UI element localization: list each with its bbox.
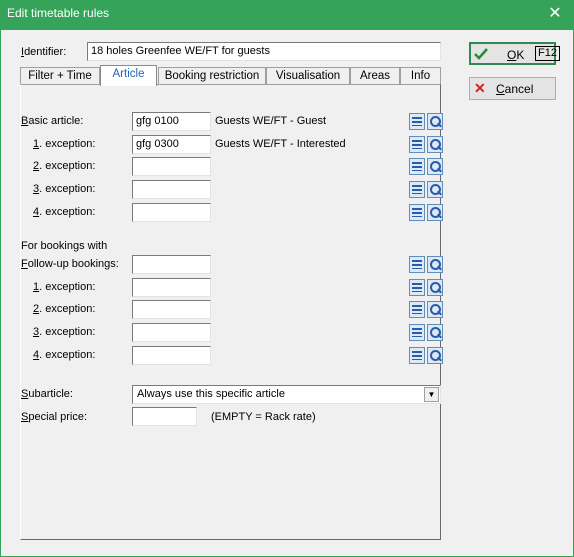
- tab-article[interactable]: Article: [100, 65, 157, 86]
- exception-2-label: 2. exception:: [33, 160, 95, 172]
- basic-article-field[interactable]: gfg 0100: [132, 112, 211, 131]
- subarticle-value: Always use this specific article: [137, 388, 285, 400]
- followup-exception-2-field[interactable]: [132, 300, 211, 319]
- search-icon[interactable]: [427, 347, 443, 364]
- special-price-label: Special price:: [21, 411, 87, 423]
- followup-heading: For bookings with: [21, 240, 108, 252]
- close-icon[interactable]: ✕: [546, 4, 564, 24]
- search-icon[interactable]: [427, 204, 443, 221]
- followup-exception-1-field[interactable]: [132, 278, 211, 297]
- list-icon[interactable]: [409, 279, 425, 296]
- ok-label: OK: [507, 48, 524, 62]
- cancel-label: Cancel: [496, 82, 533, 96]
- search-icon[interactable]: [427, 158, 443, 175]
- label-text: pecial price:: [28, 411, 88, 423]
- label-text: . exception:: [39, 326, 96, 338]
- exception-4-field[interactable]: [132, 203, 211, 222]
- ok-button[interactable]: OK F12: [469, 42, 560, 65]
- tab-booking-restriction[interactable]: Booking restriction: [158, 67, 266, 85]
- label-text: ollow-up bookings:: [27, 258, 119, 270]
- x-icon: ✕: [474, 80, 486, 96]
- followup-exception-2-label: 2. exception:: [33, 303, 95, 315]
- list-icon[interactable]: [409, 204, 425, 221]
- label-text: . exception:: [39, 138, 96, 150]
- cancel-button[interactable]: ✕ Cancel: [469, 77, 556, 100]
- followup-bookings-label: Follow-up bookings:: [21, 258, 119, 270]
- label-text: ubarticle:: [28, 388, 73, 400]
- label-accel: O: [507, 48, 517, 62]
- label-accel: F: [21, 258, 28, 270]
- label-accel: C: [496, 82, 505, 96]
- search-icon[interactable]: [427, 324, 443, 341]
- list-icon[interactable]: [409, 256, 425, 273]
- search-icon[interactable]: [427, 279, 443, 296]
- followup-exception-4-field[interactable]: [132, 346, 211, 365]
- basic-article-label: Basic article:: [21, 115, 83, 127]
- label-text: . exception:: [39, 183, 96, 195]
- subarticle-dropdown[interactable]: Always use this specific article ▼: [132, 385, 441, 404]
- label-text: ancel: [504, 82, 534, 96]
- exception-1-description: Guests WE/FT - Interested: [215, 138, 346, 150]
- label-text: . exception:: [39, 303, 96, 315]
- special-price-hint: (EMPTY = Rack rate): [211, 411, 316, 423]
- list-icon[interactable]: [409, 347, 425, 364]
- basic-article-description: Guests WE/FT - Guest: [215, 115, 327, 127]
- exception-1-label: 1. exception:: [33, 138, 95, 150]
- tab-bar: Filter + Time Article Booking restrictio…: [20, 65, 441, 86]
- tab-filter-time[interactable]: Filter + Time: [20, 67, 100, 85]
- search-icon[interactable]: [427, 113, 443, 130]
- list-icon[interactable]: [409, 301, 425, 318]
- special-price-field[interactable]: [132, 407, 197, 426]
- followup-exception-4-label: 4. exception:: [33, 349, 95, 361]
- label-text: . exception:: [39, 160, 96, 172]
- exception-2-field[interactable]: [132, 157, 211, 176]
- list-icon[interactable]: [409, 113, 425, 130]
- exception-4-label: 4. exception:: [33, 206, 95, 218]
- tab-areas[interactable]: Areas: [350, 67, 400, 85]
- followup-exception-3-field[interactable]: [132, 323, 211, 342]
- search-icon[interactable]: [427, 301, 443, 318]
- search-icon[interactable]: [427, 181, 443, 198]
- ok-shortcut: F12: [535, 46, 560, 61]
- exception-1-field[interactable]: gfg 0300: [132, 135, 211, 154]
- tab-info[interactable]: Info: [400, 67, 441, 85]
- check-icon: [474, 48, 488, 60]
- exception-3-field[interactable]: [132, 180, 211, 199]
- followup-bookings-field[interactable]: [132, 255, 211, 274]
- identifier-label-text: dentifier:: [24, 46, 67, 58]
- label-text: K: [516, 48, 525, 62]
- exception-3-label: 3. exception:: [33, 183, 95, 195]
- followup-exception-1-label: 1. exception:: [33, 281, 95, 293]
- list-icon[interactable]: [409, 158, 425, 175]
- label-text: . exception:: [39, 349, 96, 361]
- label-text: . exception:: [39, 281, 96, 293]
- search-icon[interactable]: [427, 136, 443, 153]
- search-icon[interactable]: [427, 256, 443, 273]
- list-icon[interactable]: [409, 181, 425, 198]
- chevron-down-icon[interactable]: ▼: [424, 387, 439, 402]
- window-title: Edit timetable rules: [7, 6, 110, 20]
- title-bar: Edit timetable rules ✕: [0, 0, 574, 30]
- identifier-field[interactable]: 18 holes Greenfee WE/FT for guests: [87, 42, 441, 61]
- subarticle-label: Subarticle:: [21, 388, 73, 400]
- tab-visualisation[interactable]: Visualisation: [266, 67, 350, 85]
- identifier-label: Identifier:: [21, 46, 66, 58]
- label-text: . exception:: [39, 206, 96, 218]
- list-icon[interactable]: [409, 324, 425, 341]
- list-icon[interactable]: [409, 136, 425, 153]
- label-text: asic article:: [28, 115, 84, 127]
- followup-exception-3-label: 3. exception:: [33, 326, 95, 338]
